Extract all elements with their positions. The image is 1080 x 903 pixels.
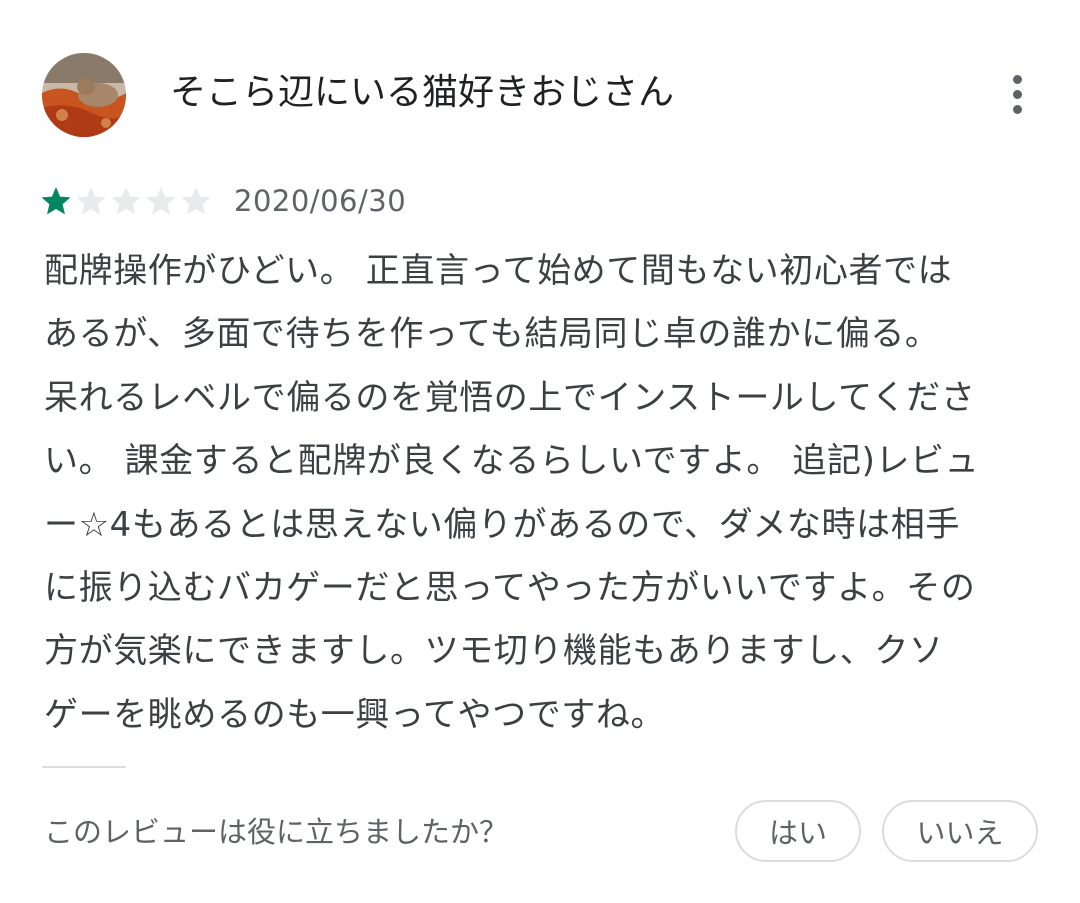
more-vert-icon-dot — [1012, 104, 1022, 114]
review-text-line: い。 課金すると配牌が良くなるらしいですよ。 追記)レビュ — [44, 441, 980, 482]
star-empty-icon — [146, 187, 176, 215]
helpful-question: このレビューは役に立ちましたか？ — [44, 815, 509, 849]
review-body: 配牌操作がひどい。 正直言って始めて間もない初心者では あるが、多面で待ちを作って… — [44, 240, 1044, 747]
review-text-line: 配牌操作がひどい。 正直言って始めて間もない初心者では — [44, 251, 953, 291]
review-author-name: そこら辺にいる猫好きおじさん — [170, 72, 675, 113]
divider — [42, 766, 126, 768]
review-text-line: ゲーを眺めるのも一興ってやつですね。 — [44, 694, 666, 735]
review-text-line: ー☆4もあるとは思えない偏りがあるので、ダメな時は相手 — [44, 504, 960, 545]
more-options-button[interactable] — [996, 68, 1038, 120]
review-text-line: あるが、多面で待ちを作っても結局同じ卓の誰かに偏る。 — [44, 314, 940, 355]
more-vert-icon — [1012, 74, 1022, 84]
avatar — [42, 53, 126, 137]
helpful-yes-button[interactable]: はい — [735, 800, 861, 862]
review-text-line: に振り込むバカゲーだと思ってやった方がいいですよ。その — [44, 568, 976, 609]
star-empty-icon — [76, 187, 106, 215]
avatar-image — [42, 53, 126, 137]
star-empty-icon — [111, 187, 141, 215]
review-text-line: 呆れるレベルで偏るのを覚悟の上でインストールしてくださ — [44, 377, 976, 418]
review-text-line: 方が気楽にできますし。ツモ切り機能もありますし、クソ — [44, 631, 944, 672]
star-filled-icon — [41, 187, 71, 215]
rating-row: 2020/06/30 — [40, 180, 406, 222]
more-vert-icon-dot — [1012, 89, 1022, 99]
star-rating — [40, 185, 212, 217]
review-date: 2020/06/30 — [234, 184, 407, 218]
star-empty-icon — [181, 187, 211, 215]
helpful-no-button[interactable]: いいえ — [882, 800, 1038, 862]
